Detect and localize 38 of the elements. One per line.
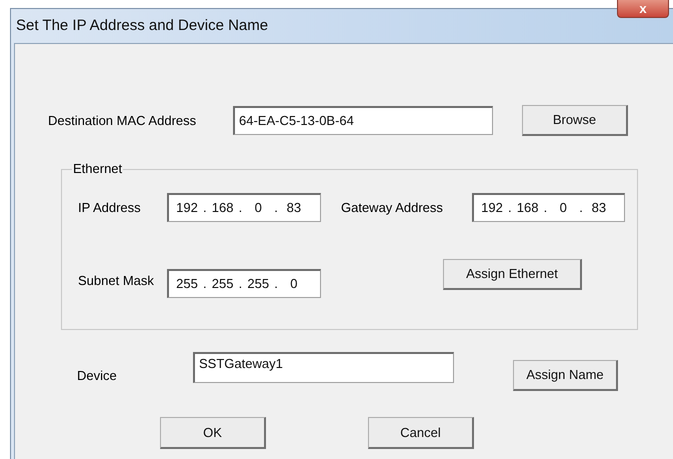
- octet-text: 255: [246, 275, 270, 294]
- octet-separator: .: [507, 199, 513, 218]
- octet-separator: .: [202, 275, 208, 294]
- octet-text: 83: [590, 199, 608, 218]
- gateway-address-label: Gateway Address: [341, 198, 444, 217]
- cancel-button[interactable]: Cancel: [368, 417, 474, 449]
- device-label: Device: [77, 367, 118, 385]
- octet-text: 83: [286, 199, 302, 218]
- window-title: Set The IP Address and Device Name: [16, 16, 268, 36]
- ip-address-label: IP Address: [78, 198, 142, 217]
- octet-text: 0: [289, 275, 298, 294]
- browse-button[interactable]: Browse: [522, 105, 628, 136]
- octet-text: 255: [175, 275, 199, 294]
- octet-separator: .: [542, 199, 548, 218]
- assign-ethernet-button[interactable]: Assign Ethernet: [443, 259, 582, 290]
- mac-address-field[interactable]: 64-EA-C5-13-0B-64: [233, 106, 493, 135]
- device-name-field[interactable]: SSTGateway1: [193, 352, 454, 383]
- ip-address-field[interactable]: 192 . 168 . 0 . 83: [167, 193, 321, 222]
- octet-separator: .: [273, 199, 279, 218]
- octet-text: 0: [254, 199, 263, 218]
- octet-text: 255: [210, 275, 234, 294]
- octet-text: 168: [210, 199, 234, 218]
- octet-separator: .: [202, 199, 208, 218]
- close-button[interactable]: x: [617, 0, 669, 18]
- assign-name-button[interactable]: Assign Name: [513, 360, 618, 391]
- ip-address-field[interactable]: 192 . 168 . 0 . 83: [472, 193, 625, 222]
- octet-separator: .: [238, 275, 244, 294]
- subnet-mask-label: Subnet Mask: [78, 272, 155, 290]
- octet-text: 0: [558, 199, 568, 218]
- octet-separator: .: [273, 275, 279, 294]
- octet-separator: .: [578, 199, 584, 218]
- ok-button[interactable]: OK: [160, 417, 266, 449]
- ip-address-field[interactable]: 255 . 255 . 255 . 0: [167, 269, 321, 298]
- octet-text: 192: [175, 199, 199, 218]
- octet-separator: .: [238, 199, 244, 218]
- octet-text: 168: [516, 199, 540, 218]
- mac-address-label: Destination MAC Address: [48, 112, 198, 130]
- octet-text: 192: [480, 199, 504, 218]
